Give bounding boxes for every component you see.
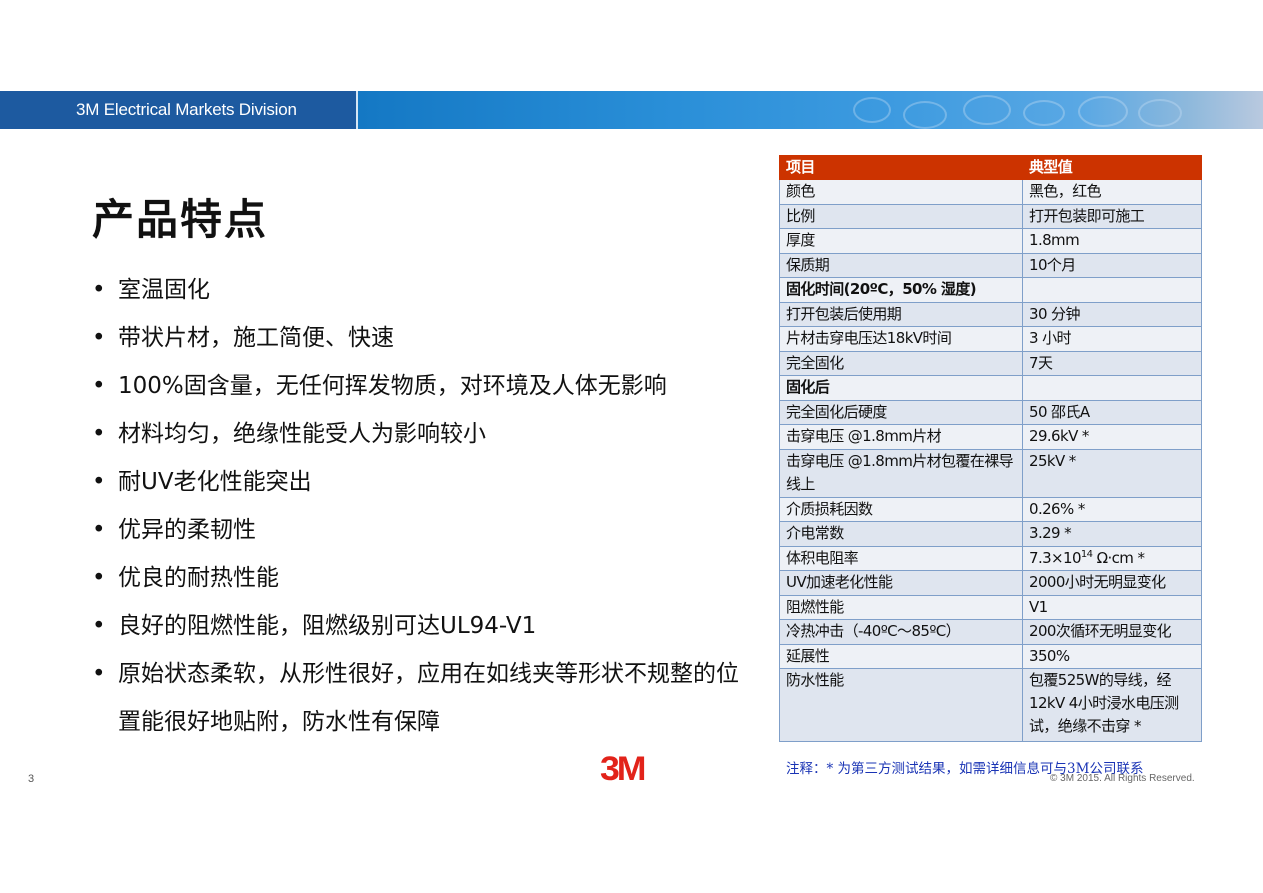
table-cell-value: 2000小时无明显变化: [1022, 570, 1202, 596]
table-row: UV加速老化性能 2000小时无明显变化: [779, 570, 1202, 596]
page-number: 3: [28, 773, 35, 785]
table-cell-item: 颜色: [779, 179, 1023, 205]
page-title: 产品特点: [92, 195, 269, 244]
feature-item: 室温固化: [92, 266, 752, 314]
table-cell-value: 7.3×1014 Ω·cm *: [1022, 545, 1202, 571]
table-row: 介质损耗因数 0.26% *: [779, 496, 1202, 522]
table-row: 保质期 10个月: [779, 252, 1202, 278]
table-section-row: 固化时间(20ºC，50% 湿度): [779, 277, 1202, 303]
table-cell-value: 7天: [1022, 350, 1202, 376]
value-exponent: 14: [1080, 548, 1093, 560]
table-section-label: 固化时间(20ºC，50% 湿度): [779, 277, 1023, 303]
feature-item: 优异的柔韧性: [92, 506, 752, 554]
table-cell-value: 1.8mm: [1022, 228, 1202, 254]
table-cell-value: V1: [1022, 594, 1202, 620]
table-row: 厚度 1.8mm: [779, 228, 1202, 254]
table-row: 延展性 350%: [779, 643, 1202, 669]
table-cell-item: 完全固化后硬度: [779, 399, 1023, 425]
table-cell-value: 30 分钟: [1022, 301, 1202, 327]
feature-list: 室温固化 带状片材，施工简便、快速 100%固含量，无任何挥发物质，对环境及人体…: [92, 266, 752, 746]
bubble-shape: [903, 101, 947, 129]
table-cell-item: 片材击穿电压达18kV时间: [779, 326, 1023, 352]
feature-item: 带状片材，施工简便、快速: [92, 314, 752, 362]
table-section-row: 固化后: [779, 375, 1202, 401]
header-bar: 3M Electrical Markets Division: [0, 91, 1263, 129]
table-cell-value: 包覆525W的导线，经12kV 4小时浸水电压测试，绝缘不击穿 *: [1022, 668, 1202, 742]
table-cell-item: 防水性能: [779, 668, 1023, 742]
table-cell-item: 完全固化: [779, 350, 1023, 376]
table-header-item: 项目: [779, 155, 1023, 180]
bubble-shape: [1138, 99, 1182, 127]
bubble-pattern: [833, 95, 1193, 129]
feature-item: 原始状态柔软，从形性很好，应用在如线夹等形状不规整的位置能很好地贴附，防水性有保…: [92, 650, 752, 746]
3m-logo: 3M: [600, 750, 646, 788]
table-row: 冷热冲击（-40ºC～85ºC） 200次循环无明显变化: [779, 619, 1202, 645]
table-cell-value: 0.26% *: [1022, 496, 1202, 522]
bubble-shape: [963, 95, 1011, 125]
table-row: 体积电阻率 7.3×1014 Ω·cm *: [779, 545, 1202, 571]
table-cell-value: 50 邵氏A: [1022, 399, 1202, 425]
table-cell-item: 介质损耗因数: [779, 496, 1023, 522]
table-row: 片材击穿电压达18kV时间 3 小时: [779, 326, 1202, 352]
table-cell-value: 29.6kV *: [1022, 424, 1202, 450]
table-cell-item: 阻燃性能: [779, 594, 1023, 620]
table-row: 完全固化后硬度 50 邵氏A: [779, 399, 1202, 425]
feature-item: 耐UV老化性能突出: [92, 458, 752, 506]
bubble-shape: [1078, 96, 1128, 127]
division-label: 3M Electrical Markets Division: [0, 91, 356, 129]
header-decorative-band: [358, 91, 1263, 129]
table-row: 介电常数 3.29 *: [779, 521, 1202, 547]
table-cell-item: 冷热冲击（-40ºC～85ºC）: [779, 619, 1023, 645]
table-cell-value: 350%: [1022, 643, 1202, 669]
table-row: 阻燃性能 V1: [779, 594, 1202, 620]
table-cell-item: 延展性: [779, 643, 1023, 669]
table-cell-item: 击穿电压 @1.8mm片材: [779, 424, 1023, 450]
bubble-shape: [1023, 100, 1065, 126]
table-header-row: 项目 典型值: [779, 155, 1202, 180]
table-cell-value: 10个月: [1022, 252, 1202, 278]
table-row: 防水性能 包覆525W的导线，经12kV 4小时浸水电压测试，绝缘不击穿 *: [779, 668, 1202, 742]
table-section-label: 固化后: [779, 375, 1023, 401]
table-cell-value: 打开包装即可施工: [1022, 203, 1202, 229]
copyright: © 3M 2015. All Rights Reserved.: [1050, 773, 1195, 784]
table-cell-item: 厚度: [779, 228, 1023, 254]
table-row: 颜色 黑色，红色: [779, 179, 1202, 205]
table-row: 比例 打开包装即可施工: [779, 203, 1202, 229]
table-cell-value: [1022, 375, 1202, 401]
table-header-value: 典型值: [1022, 155, 1202, 180]
value-base: 7.3×10: [1029, 548, 1082, 567]
table-row: 击穿电压 @1.8mm片材包覆在裸导线上 25kV *: [779, 448, 1202, 498]
table-cell-item: 介电常数: [779, 521, 1023, 547]
table-cell-value: 25kV *: [1022, 448, 1202, 498]
table-cell-value: 3 小时: [1022, 326, 1202, 352]
table-cell-value: 200次循环无明显变化: [1022, 619, 1202, 645]
table-cell-item: 打开包装后使用期: [779, 301, 1023, 327]
table-cell-value: 黑色，红色: [1022, 179, 1202, 205]
value-unit: Ω·cm *: [1092, 548, 1145, 567]
table-cell-value: [1022, 277, 1202, 303]
feature-item: 优良的耐热性能: [92, 554, 752, 602]
table-cell-item: 保质期: [779, 252, 1023, 278]
feature-item: 材料均匀，绝缘性能受人为影响较小: [92, 410, 752, 458]
feature-item: 良好的阻燃性能，阻燃级别可达UL94-V1: [92, 602, 752, 650]
bubble-shape: [853, 97, 891, 123]
table-row: 打开包装后使用期 30 分钟: [779, 301, 1202, 327]
table-cell-item: 比例: [779, 203, 1023, 229]
table-cell-value: 3.29 *: [1022, 521, 1202, 547]
table-cell-item: 体积电阻率: [779, 545, 1023, 571]
table-cell-item: 击穿电压 @1.8mm片材包覆在裸导线上: [779, 448, 1023, 498]
spec-table: 项目 典型值 颜色 黑色，红色 比例 打开包装即可施工 厚度 1.8mm 保质期 10个…: [779, 155, 1202, 742]
table-row: 击穿电压 @1.8mm片材 29.6kV *: [779, 424, 1202, 450]
feature-item: 100%固含量，无任何挥发物质，对环境及人体无影响: [92, 362, 752, 410]
table-row: 完全固化 7天: [779, 350, 1202, 376]
table-cell-item: UV加速老化性能: [779, 570, 1023, 596]
